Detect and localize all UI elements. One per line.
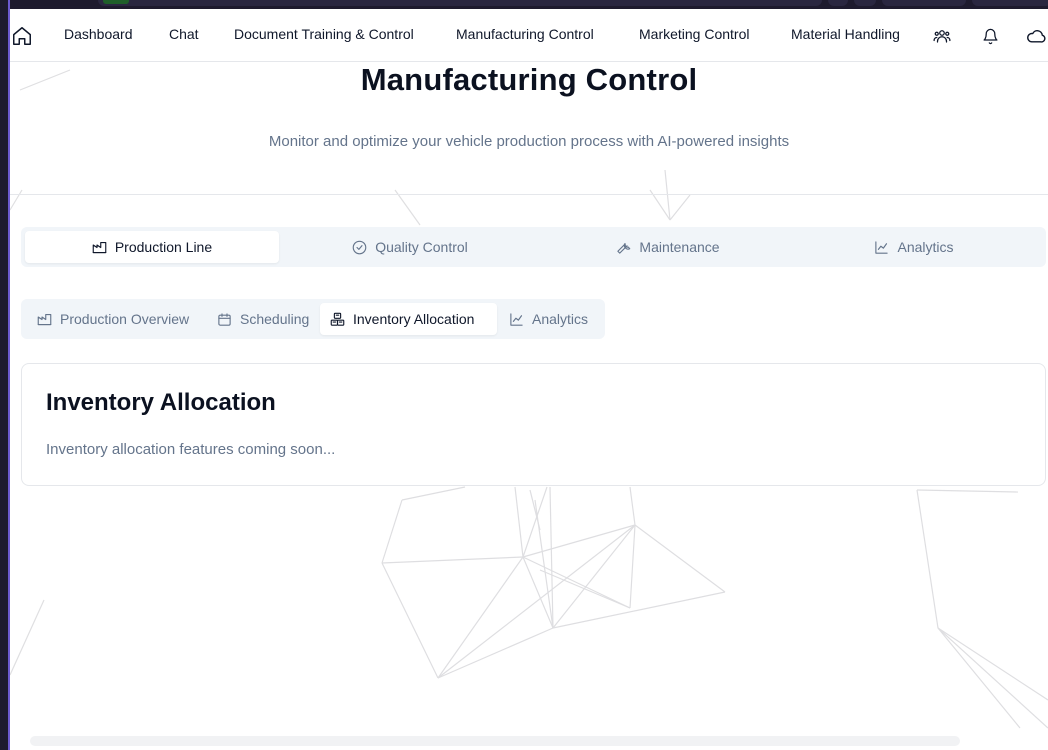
main-tabs: Production Line Quality Control Maintena… (21, 227, 1046, 267)
tab-label: Maintenance (639, 239, 720, 255)
network-line (437, 627, 554, 679)
network-line (401, 486, 466, 501)
network-line (552, 591, 726, 629)
network-line (534, 499, 554, 629)
network-line (10, 599, 45, 676)
network-line (669, 194, 691, 221)
network-line (10, 189, 23, 211)
network-line (937, 627, 1021, 729)
tab-label: Production Line (114, 239, 213, 255)
factory-icon (92, 240, 107, 255)
boxes-icon (330, 312, 345, 327)
page-title: Manufacturing Control (360, 62, 698, 97)
line-chart-icon (874, 240, 889, 255)
network-line (634, 524, 726, 593)
network-line (937, 627, 1048, 701)
subtab-label: Inventory Allocation (353, 311, 475, 327)
tab-label: Analytics (897, 239, 954, 255)
factory-icon (37, 312, 52, 327)
check-circle-icon (352, 240, 367, 255)
subtab-production-overview[interactable]: Production Overview (27, 303, 199, 335)
network-line (381, 562, 439, 679)
tab-production-line[interactable]: Production Line (25, 231, 279, 263)
network-line (664, 169, 671, 221)
top-navigation: Dashboard Chat Document Training & Contr… (10, 9, 1048, 62)
tab-label: Quality Control (375, 239, 468, 255)
line-chart-icon (509, 312, 524, 327)
menu-button[interactable] (972, 0, 1048, 6)
inventory-allocation-card: Inventory Allocation Inventory allocatio… (21, 363, 1046, 486)
window-accent (8, 0, 10, 750)
network-line (916, 489, 939, 629)
users-icon[interactable] (932, 26, 952, 46)
home-icon[interactable] (10, 24, 34, 48)
network-line (549, 486, 554, 629)
extension-icon[interactable] (854, 0, 876, 6)
profile-button[interactable] (882, 0, 966, 6)
page-subtitle: Monitor and optimize your vehicle produc… (268, 133, 790, 150)
network-line (394, 189, 421, 226)
subtab-label: Production Overview (60, 311, 190, 327)
sub-tabs: Production Overview Scheduling Inventory… (21, 299, 605, 339)
network-line (529, 489, 541, 531)
extension-icon[interactable] (828, 0, 848, 6)
nav-dashboard[interactable]: Dashboard (64, 26, 133, 42)
network-line (522, 556, 554, 629)
network-line (629, 524, 636, 609)
network-line (916, 489, 1019, 493)
header-divider (10, 194, 1048, 195)
subtab-label: Analytics (532, 311, 589, 327)
browser-chrome (0, 0, 1048, 9)
network-line (629, 486, 636, 526)
window-frame (0, 0, 10, 750)
calendar-icon (217, 312, 232, 327)
cloud-icon[interactable] (1026, 26, 1046, 46)
horizontal-scrollbar[interactable] (30, 736, 960, 746)
network-line (514, 486, 524, 558)
card-title: Inventory Allocation (46, 389, 276, 416)
nav-document-training[interactable]: Document Training & Control (234, 26, 414, 42)
subtab-label: Scheduling (240, 311, 310, 327)
tab-quality-control[interactable]: Quality Control (283, 231, 537, 263)
subtab-analytics[interactable]: Analytics (499, 303, 598, 335)
subtab-inventory-allocation[interactable]: Inventory Allocation (320, 303, 497, 335)
wrench-icon (616, 240, 631, 255)
tab-analytics[interactable]: Analytics (787, 231, 1041, 263)
tab-maintenance[interactable]: Maintenance (541, 231, 795, 263)
network-line (522, 556, 631, 609)
card-body: Inventory allocation features coming soo… (46, 441, 336, 458)
network-line (381, 499, 403, 564)
network-line (937, 627, 1048, 729)
bell-icon[interactable] (980, 26, 1000, 46)
network-line (522, 486, 548, 558)
network-line (381, 556, 524, 564)
nav-marketing-control[interactable]: Marketing Control (639, 26, 750, 42)
nav-material-handling[interactable]: Material Handling (791, 26, 900, 42)
nav-manufacturing-control[interactable]: Manufacturing Control (456, 26, 594, 42)
address-bar[interactable] (98, 0, 822, 6)
network-line (437, 556, 524, 679)
network-line (552, 524, 636, 629)
network-line (539, 569, 631, 609)
network-line (437, 524, 636, 679)
network-line (522, 524, 636, 558)
subtab-scheduling[interactable]: Scheduling (207, 303, 319, 335)
address-badge (103, 0, 129, 4)
nav-chat[interactable]: Chat (169, 26, 199, 42)
